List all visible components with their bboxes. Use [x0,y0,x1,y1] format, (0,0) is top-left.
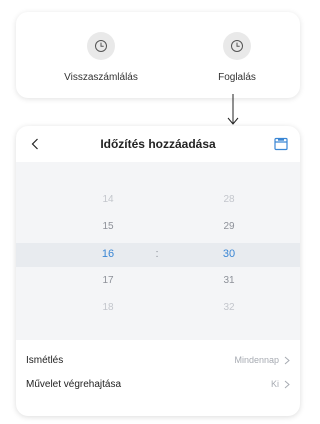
minute-option[interactable]: 29 [199,221,259,232]
hour-option[interactable]: 14 [78,194,138,205]
add-timer-panel: Időzítés hozzáadása 14 15 16 17 18 : 28 … [16,126,300,416]
minute-column[interactable]: 28 29 30 31 32 [199,162,259,340]
minute-option[interactable]: 32 [199,302,259,313]
hour-selected[interactable]: 16 [78,248,138,260]
time-picker[interactable]: 14 15 16 17 18 : 28 29 30 31 32 [16,162,300,340]
repeat-label: Ismétlés [26,354,64,366]
action-value: Ki [270,379,279,389]
hour-column[interactable]: 14 15 16 17 18 [78,162,138,340]
countdown-clock-icon [87,32,115,60]
minute-selected[interactable]: 30 [199,248,259,260]
time-separator-column: : [147,162,167,340]
hour-option[interactable]: 17 [78,275,138,286]
minute-option[interactable]: 28 [199,194,259,205]
panel-header: Időzítés hozzáadása [16,126,300,162]
settings-list: Ismétlés Mindennap Művelet végrehajtása … [16,348,300,396]
down-arrow-icon [226,92,240,128]
countdown-option[interactable]: Visszaszámlálás [46,32,156,83]
page-title: Időzítés hozzáadása [100,137,216,151]
repeat-value: Mindennap [234,355,279,365]
chevron-left-icon [31,138,38,150]
save-button[interactable] [272,135,290,153]
schedule-clock-icon [223,32,251,60]
action-row[interactable]: Művelet végrehajtása Ki [16,372,300,396]
timer-type-card: Visszaszámlálás Foglalás [16,12,300,98]
hour-option[interactable]: 15 [78,221,138,232]
schedule-label: Foglalás [218,72,256,83]
back-button[interactable] [26,134,44,154]
schedule-option[interactable]: Foglalás [182,32,292,83]
action-label: Művelet végrehajtása [26,378,122,390]
chevron-right-icon [284,355,292,365]
save-icon [274,137,288,151]
minute-option[interactable]: 31 [199,275,259,286]
chevron-right-icon [284,379,292,389]
hour-option[interactable]: 18 [78,302,138,313]
time-separator: : [155,248,159,260]
countdown-label: Visszaszámlálás [64,72,138,83]
repeat-row[interactable]: Ismétlés Mindennap [16,348,300,372]
